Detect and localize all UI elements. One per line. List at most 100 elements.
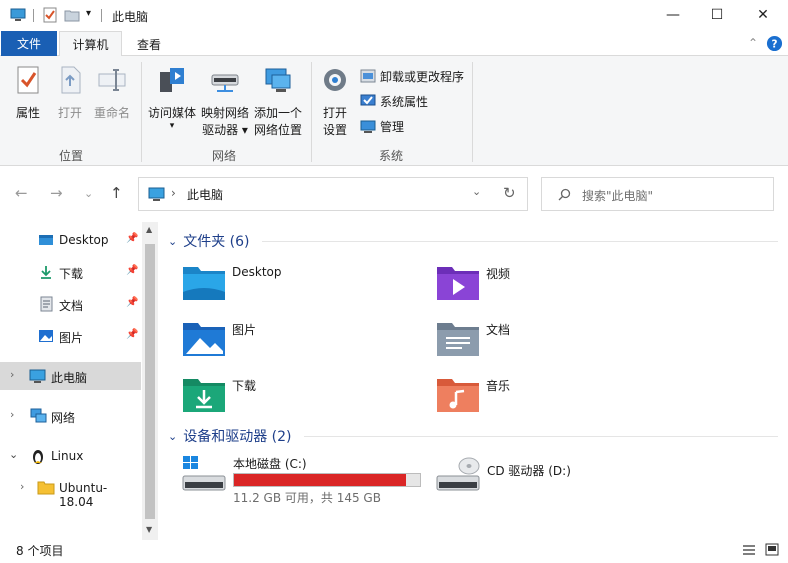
pin-icon[interactable]: 📌 (126, 297, 138, 308)
desktop-icon (39, 235, 53, 245)
search-placeholder: 搜索"此电脑" (582, 189, 654, 203)
expand-chevron-icon[interactable]: › (20, 480, 24, 493)
collapse-ribbon-icon[interactable]: ⌃ (748, 36, 758, 50)
nav-item-documents[interactable]: 文档 📌 (0, 290, 141, 318)
manage-label: 管理 (380, 119, 405, 134)
add-location-label-1: 添加一个 (253, 106, 302, 120)
computer-icon[interactable] (10, 7, 26, 23)
folder-videos[interactable]: 视频 (436, 262, 510, 306)
ribbon-tab-row: 文件 计算机 查看 ⌃ ? (0, 31, 788, 57)
properties-button[interactable]: 属性 (8, 64, 48, 122)
folder-documents[interactable]: 文档 (436, 318, 510, 362)
nav-label-linux: Linux (51, 449, 84, 463)
tab-view[interactable]: 查看 (127, 31, 171, 57)
network-drive-icon (211, 74, 239, 92)
large-icons-view-icon[interactable] (765, 543, 779, 556)
nav-scrollbar[interactable]: ▲ ▼ (142, 222, 158, 540)
group-separator (472, 62, 473, 162)
recent-locations-icon[interactable]: ⌄ (84, 187, 93, 200)
nav-item-this-pc[interactable]: › 此电脑 (0, 362, 141, 390)
pin-icon[interactable]: 📌 (126, 265, 138, 276)
system-properties-icon (360, 94, 376, 106)
open-label: 打开 (57, 106, 82, 120)
document-icon (40, 296, 53, 312)
quick-access-separator (33, 9, 34, 22)
refresh-icon[interactable]: ↻ (503, 184, 516, 202)
uninstall-program-button[interactable]: 卸载或更改程序 (360, 66, 464, 86)
customize-quick-access-icon[interactable]: ▾ (86, 8, 91, 19)
tab-file[interactable]: 文件 (1, 31, 57, 56)
scroll-up-icon[interactable]: ▲ (146, 225, 152, 234)
folder-name: Desktop (232, 265, 282, 279)
manage-button[interactable]: 管理 (360, 116, 404, 136)
group-separator (141, 62, 142, 162)
breadcrumb-this-pc[interactable]: 此电脑 (187, 186, 223, 203)
system-properties-button[interactable]: 系统属性 (360, 91, 428, 111)
map-network-drive-button[interactable]: 映射网络 驱动器 ▾ (199, 64, 251, 139)
ribbon: 属性 打开 重命名 位置 访问媒体 ▾ 映射网络 驱动器 ▾ 添加一个 网络位置… (0, 56, 788, 166)
search-box[interactable]: 搜索"此电脑" (541, 177, 774, 211)
nav-label-pictures: 图片 (59, 331, 84, 345)
details-view-icon[interactable] (742, 544, 756, 556)
download-arrow-icon (41, 266, 51, 279)
local-disk-c[interactable]: 本地磁盘 (C:) 11.2 GB 可用，共 145 GB (182, 454, 427, 506)
disk-usage-fill (234, 474, 406, 486)
open-settings-button[interactable]: 打开 设置 (317, 64, 353, 139)
close-button[interactable]: ✕ (740, 0, 786, 30)
forward-arrow-icon[interactable]: → (50, 184, 63, 202)
nav-item-linux[interactable]: ⌄ Linux (0, 442, 141, 470)
address-dropdown-icon[interactable]: ⌄ (472, 185, 481, 198)
address-bar[interactable]: › 此电脑 ⌄ ↻ (138, 177, 528, 211)
folders-section-header[interactable]: ⌄ 文件夹 (6) (168, 232, 250, 250)
item-count: 8 个项目 (16, 544, 64, 558)
expand-chevron-icon[interactable]: › (10, 408, 14, 421)
access-media-dropdown-icon: ▾ (169, 121, 175, 131)
up-arrow-icon[interactable]: ↑ (110, 184, 123, 202)
nav-label-this-pc: 此电脑 (51, 371, 88, 385)
folder-downloads[interactable]: 下载 (182, 374, 256, 418)
back-arrow-icon[interactable]: ← (15, 184, 28, 202)
rename-button[interactable]: 重命名 (92, 64, 132, 122)
new-folder-icon[interactable] (64, 7, 80, 23)
folder-name: 音乐 (486, 379, 511, 393)
folder-name: 文档 (486, 323, 511, 337)
desktop-folder-icon (183, 267, 225, 300)
folder-pictures[interactable]: 图片 (182, 318, 256, 362)
devices-section-header[interactable]: ⌄ 设备和驱动器 (2) (168, 427, 292, 445)
nav-item-downloads[interactable]: 下载 📌 (0, 258, 141, 286)
pin-icon[interactable]: 📌 (126, 233, 138, 244)
minimize-button[interactable]: — (650, 0, 696, 30)
open-button[interactable]: 打开 (50, 64, 90, 122)
nav-item-desktop[interactable]: Desktop 📌 (0, 226, 141, 254)
nav-item-ubuntu[interactable]: › Ubuntu-18.04 (0, 474, 141, 509)
nav-label-ubuntu: Ubuntu-18.04 (59, 481, 108, 509)
maximize-button[interactable]: ☐ (694, 0, 740, 30)
section-divider (304, 436, 778, 437)
rename-label: 重命名 (93, 106, 130, 120)
windows-drive-icon (182, 456, 226, 491)
scroll-thumb[interactable] (145, 244, 155, 519)
linux-penguin-icon (33, 450, 43, 464)
section-divider (262, 241, 778, 242)
add-network-location-button[interactable]: 添加一个 网络位置 (252, 64, 304, 139)
tab-computer[interactable]: 计算机 (59, 31, 122, 57)
folder-icon (37, 481, 55, 495)
scroll-down-icon[interactable]: ▼ (146, 525, 152, 534)
nav-item-pictures[interactable]: 图片 📌 (0, 322, 141, 350)
properties-check-icon[interactable] (42, 7, 58, 23)
pin-icon[interactable]: 📌 (126, 329, 138, 340)
group-separator (311, 62, 312, 162)
help-icon[interactable]: ? (766, 35, 783, 52)
access-media-button[interactable]: 访问媒体 ▾ (146, 64, 198, 131)
nav-item-network[interactable]: › 网络 (0, 402, 141, 430)
network-location-icon (265, 68, 291, 92)
expand-chevron-icon[interactable]: › (10, 368, 14, 381)
breadcrumb-chevron-icon[interactable]: › (171, 186, 176, 200)
cd-drive-d[interactable]: CD 驱动器 (D:) (436, 454, 636, 494)
cd-drive-name: CD 驱动器 (D:) (487, 464, 571, 478)
title-separator (101, 9, 102, 22)
folder-music[interactable]: 音乐 (436, 374, 510, 418)
nav-label-network: 网络 (51, 411, 76, 425)
folder-desktop[interactable]: Desktop (182, 262, 282, 306)
collapse-chevron-icon[interactable]: ⌄ (9, 448, 18, 461)
